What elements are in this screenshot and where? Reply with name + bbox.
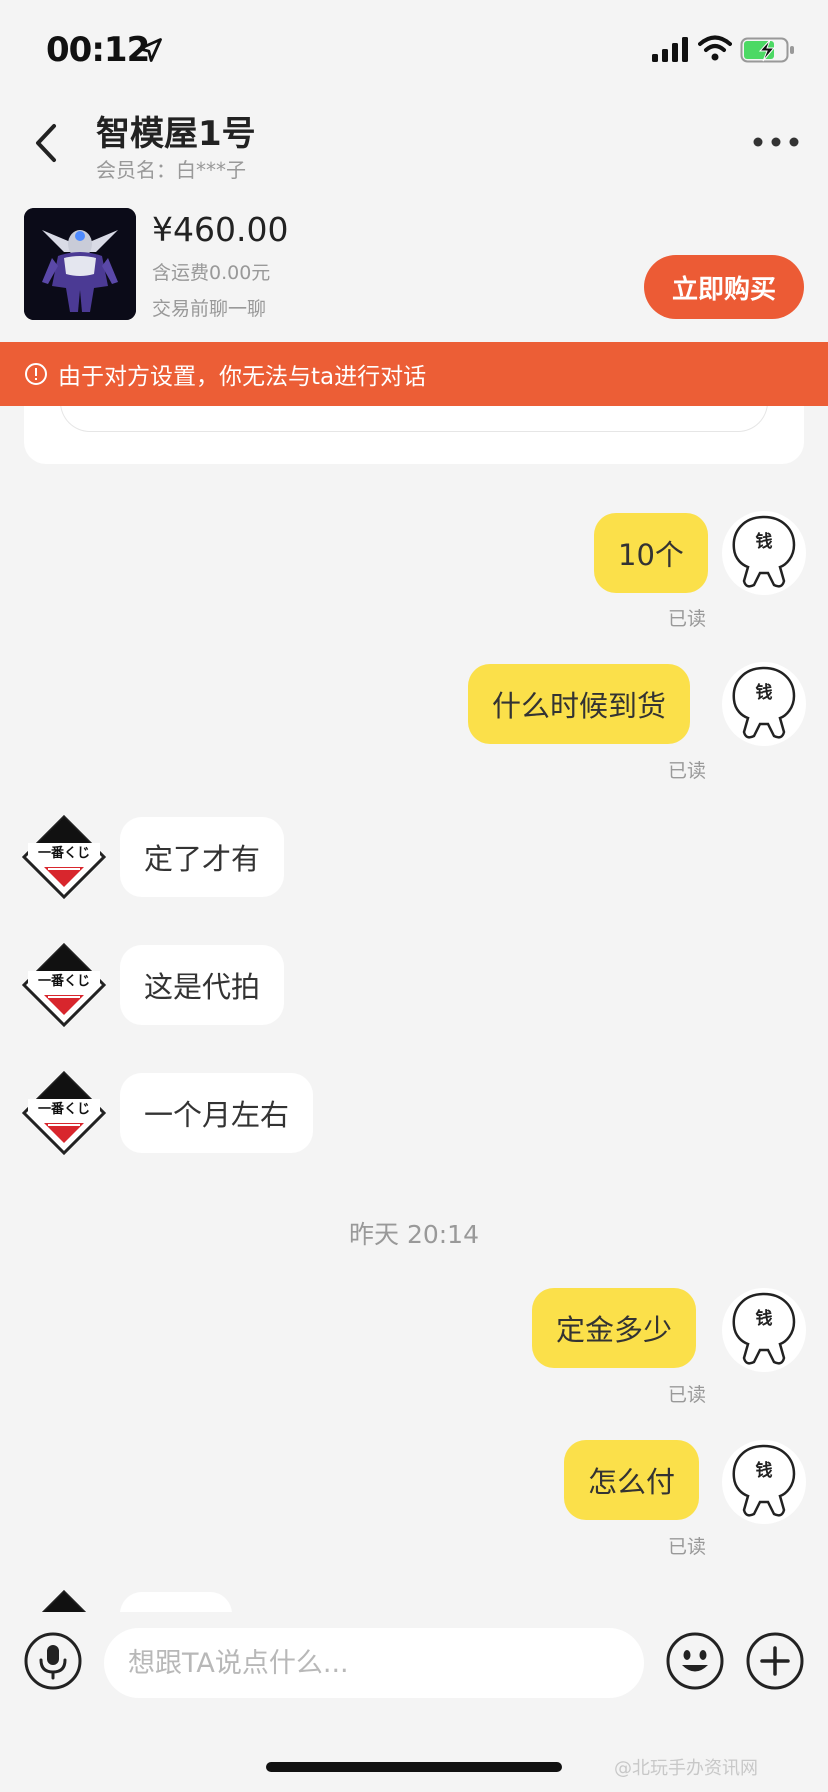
message-bubble-received[interactable]: [120, 1592, 232, 1612]
member-name: 会员名：白***子: [96, 158, 246, 182]
seller-avatar[interactable]: 一番くじ: [22, 815, 106, 899]
back-chevron-icon[interactable]: [26, 118, 66, 168]
buy-now-button[interactable]: 立即购买: [644, 255, 804, 319]
input-bar: [0, 1612, 828, 1712]
message-bubble-sent[interactable]: 什么时候到货: [468, 664, 691, 744]
seller-avatar[interactable]: 一番くじ: [22, 1071, 106, 1155]
home-indicator: [266, 1762, 562, 1772]
ichiban-kuji-logo-icon: 一番くじ: [22, 943, 106, 1027]
read-status: 已读: [668, 1536, 707, 1558]
emoji-icon[interactable]: [666, 1632, 724, 1690]
product-card[interactable]: ¥460.00 含运费0.00元 交易前聊一聊 立即购买: [0, 200, 828, 342]
product-note: 交易前聊一聊: [152, 298, 267, 320]
message-bubble-received[interactable]: 这是代拍: [120, 945, 285, 1025]
more-options-icon[interactable]: [748, 122, 804, 162]
message-input[interactable]: [104, 1628, 644, 1698]
read-status: 已读: [668, 1384, 707, 1406]
warning-icon: [25, 363, 47, 385]
message-bubble-received[interactable]: 定了才有: [120, 817, 285, 897]
status-time: 00:12: [46, 30, 150, 70]
read-status: 已读: [668, 760, 707, 782]
avatar-doodle-icon: 钱: [732, 1292, 796, 1365]
my-avatar[interactable]: 钱: [722, 662, 806, 746]
my-avatar[interactable]: 钱: [722, 1288, 806, 1372]
message-bubble-sent[interactable]: 定金多少: [532, 1288, 697, 1368]
svg-text:钱: 钱: [756, 1308, 773, 1329]
product-thumbnail[interactable]: [24, 208, 136, 320]
page-title: 智模屋1号: [96, 114, 256, 154]
message-list[interactable]: 10个 钱 已读 什么时候到货 钱 已读 一番くじ 定了才有 一番くじ 这是代拍…: [0, 470, 828, 1612]
svg-text:一番くじ: 一番くじ: [38, 973, 90, 989]
my-avatar[interactable]: 钱: [722, 511, 806, 595]
message-bubble-received[interactable]: 一个月左右: [120, 1073, 314, 1153]
my-avatar[interactable]: 钱: [722, 1440, 806, 1524]
product-shipping: 含运费0.00元: [152, 262, 271, 284]
seller-avatar[interactable]: [22, 1590, 106, 1612]
watermark: @北玩手办资讯网: [614, 1758, 758, 1779]
message-bubble-sent[interactable]: 怎么付: [564, 1440, 700, 1520]
svg-text:一番くじ: 一番くじ: [38, 845, 90, 861]
message-bubble-sent[interactable]: 10个: [594, 513, 708, 593]
seller-avatar[interactable]: 一番くじ: [22, 943, 106, 1027]
ichiban-kuji-logo-icon: 一番くじ: [22, 1071, 106, 1155]
svg-text:钱: 钱: [756, 682, 773, 703]
chat-restriction-banner: 由于对方设置，你无法与ta进行对话: [0, 342, 828, 406]
product-price: ¥460.00: [152, 210, 289, 249]
svg-text:钱: 钱: [756, 1460, 773, 1481]
signal-icon: [652, 37, 688, 62]
avatar-doodle-icon: 钱: [732, 666, 796, 739]
action-figure-icon: [24, 208, 136, 320]
battery-charging-icon: [740, 37, 794, 63]
wifi-icon: [698, 35, 732, 61]
ichiban-kuji-logo-icon: [22, 1590, 106, 1612]
microphone-icon[interactable]: [24, 1632, 82, 1690]
location-arrow-icon: [138, 38, 162, 62]
warning-text: 由于对方设置，你无法与ta进行对话: [58, 364, 427, 390]
hidden-message-card: [24, 400, 804, 464]
svg-text:一番くじ: 一番くじ: [38, 1101, 90, 1117]
chat-header: 智模屋1号 会员名：白***子: [0, 100, 828, 200]
avatar-doodle-icon: 钱: [732, 515, 796, 588]
read-status: 已读: [668, 608, 707, 630]
message-timestamp: 昨天 20:14: [349, 1220, 479, 1249]
ichiban-kuji-logo-icon: 一番くじ: [22, 815, 106, 899]
plus-icon[interactable]: [746, 1632, 804, 1690]
avatar-doodle-icon: 钱: [732, 1444, 796, 1517]
status-bar: 00:12: [0, 0, 828, 100]
svg-text:钱: 钱: [756, 531, 773, 552]
